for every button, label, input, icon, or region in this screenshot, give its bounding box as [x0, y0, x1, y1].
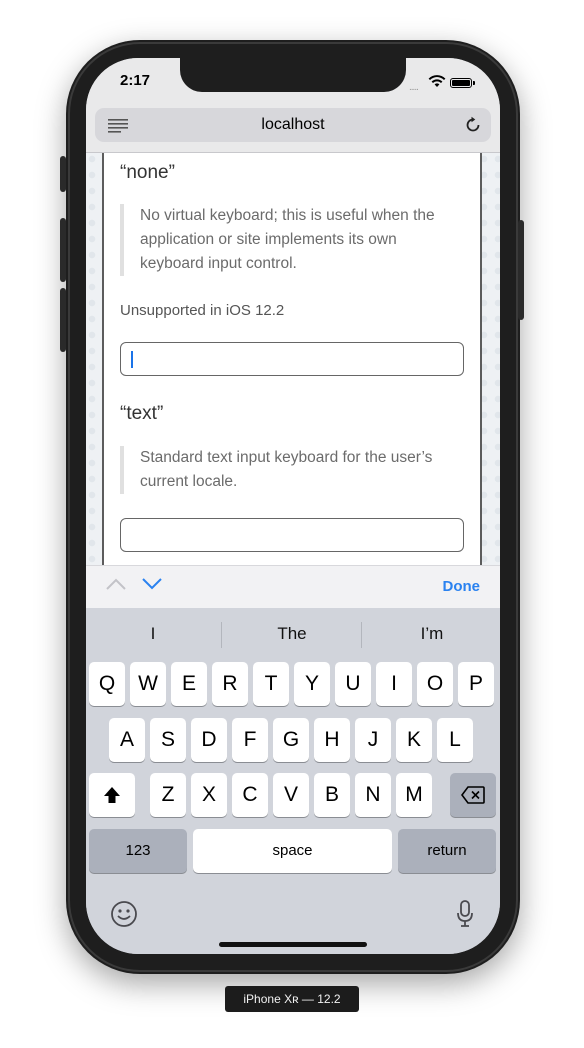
status-time: 2:17 — [120, 72, 151, 89]
key-l[interactable]: L — [437, 718, 473, 762]
url-text[interactable]: localhost — [86, 116, 500, 134]
section-description-text: Standard text input keyboard for the use… — [120, 446, 440, 494]
delete-key[interactable] — [450, 773, 496, 817]
key-a[interactable]: A — [109, 718, 145, 762]
key-n[interactable]: N — [355, 773, 391, 817]
microphone-icon[interactable] — [456, 900, 474, 928]
reload-icon[interactable] — [464, 116, 482, 134]
key-s[interactable]: S — [150, 718, 186, 762]
prediction-separator — [221, 622, 222, 648]
power-button — [518, 220, 524, 320]
cellular-signal-icon: ..... — [409, 82, 419, 93]
key-q[interactable]: Q — [89, 662, 125, 706]
space-key[interactable]: space — [193, 829, 392, 873]
return-key[interactable]: return — [398, 829, 496, 873]
key-i[interactable]: I — [376, 662, 412, 706]
key-v[interactable]: V — [273, 773, 309, 817]
prediction-separator — [361, 622, 362, 648]
key-d[interactable]: D — [191, 718, 227, 762]
device-caption: iPhone Xʀ — 12.2 — [225, 986, 359, 1012]
key-m[interactable]: M — [396, 773, 432, 817]
key-e[interactable]: E — [171, 662, 207, 706]
key-r[interactable]: R — [212, 662, 248, 706]
key-y[interactable]: Y — [294, 662, 330, 706]
volume-down-button — [60, 288, 66, 352]
key-f[interactable]: F — [232, 718, 268, 762]
inputmode-none-field[interactable] — [120, 342, 464, 376]
mute-switch — [60, 156, 66, 192]
key-b[interactable]: B — [314, 773, 350, 817]
key-c[interactable]: C — [232, 773, 268, 817]
shift-key[interactable] — [89, 773, 135, 817]
backspace-icon — [461, 786, 485, 804]
done-button[interactable]: Done — [416, 578, 481, 595]
battery-tip — [473, 81, 475, 85]
support-note: Unsupported in iOS 12.2 — [120, 302, 285, 319]
section-heading-text: “text” — [120, 403, 164, 424]
key-w[interactable]: W — [130, 662, 166, 706]
notch — [180, 58, 406, 92]
key-x[interactable]: X — [191, 773, 227, 817]
emoji-icon[interactable] — [110, 900, 138, 928]
next-field-icon[interactable] — [142, 578, 162, 590]
numbers-key[interactable]: 123 — [89, 829, 187, 873]
key-u[interactable]: U — [335, 662, 371, 706]
key-z[interactable]: Z — [150, 773, 186, 817]
key-t[interactable]: T — [253, 662, 289, 706]
prediction-3[interactable]: I’m — [372, 624, 492, 644]
inputmode-text-field[interactable] — [120, 518, 464, 552]
key-k[interactable]: K — [396, 718, 432, 762]
shift-icon — [104, 787, 120, 803]
screen: 2:17 ..... localhost “none” No virtual k… — [86, 58, 500, 954]
key-o[interactable]: O — [417, 662, 453, 706]
text-caret — [131, 351, 133, 368]
home-indicator — [219, 942, 367, 947]
key-h[interactable]: H — [314, 718, 350, 762]
battery-icon — [450, 78, 472, 88]
prediction-1[interactable]: I — [93, 624, 213, 644]
key-g[interactable]: G — [273, 718, 309, 762]
prediction-2[interactable]: The — [232, 624, 352, 644]
key-p[interactable]: P — [458, 662, 494, 706]
section-heading-none: “none” — [120, 162, 175, 183]
key-j[interactable]: J — [355, 718, 391, 762]
section-description-none: No virtual keyboard; this is useful when… — [120, 204, 440, 276]
volume-up-button — [60, 218, 66, 282]
wifi-icon — [428, 75, 446, 87]
previous-field-icon[interactable] — [106, 578, 126, 590]
